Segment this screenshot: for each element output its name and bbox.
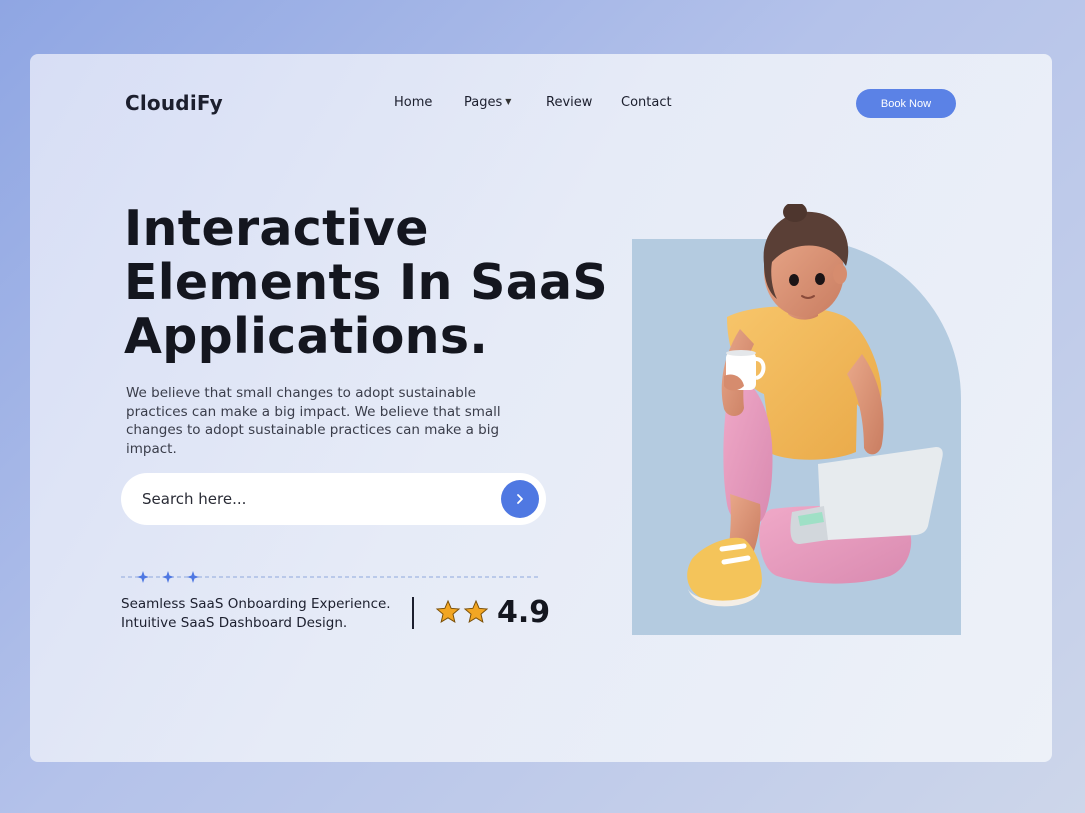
book-now-button[interactable]: Book Now (856, 89, 956, 118)
search-bar (121, 473, 546, 525)
sparkle-icon (187, 571, 199, 583)
vertical-divider (412, 597, 414, 629)
star-icon (463, 599, 489, 623)
nav-item-pages[interactable]: Pages ▼ (464, 95, 511, 110)
search-input[interactable] (142, 486, 482, 512)
feature-line: Intuitive SaaS Dashboard Design. (121, 615, 348, 631)
search-submit-button[interactable] (501, 480, 539, 518)
chevron-down-icon: ▼ (505, 97, 512, 106)
rating-value: 4.9 (497, 595, 551, 630)
nav-item-review[interactable]: Review (546, 95, 592, 110)
rating-stars (435, 599, 489, 627)
feature-summary: Seamless SaaS Onboarding Experience. Int… (121, 595, 401, 633)
nav-item-label: Home (394, 95, 433, 110)
sparkle-divider (121, 571, 539, 583)
landing-card: CloudiFy Home Pages ▼ Review Contact Book… (30, 54, 1052, 762)
hero-title-line: Interactive (124, 200, 429, 257)
chevron-right-icon (517, 494, 523, 504)
sparkle-icon (137, 571, 149, 583)
feature-line: Seamless SaaS Onboarding Experience. (121, 596, 391, 612)
nav-item-home[interactable]: Home (394, 95, 432, 110)
nav-item-label: Pages (464, 95, 503, 110)
hero-title-line: Applications. (124, 308, 489, 365)
sparkle-icon (162, 571, 174, 583)
nav-item-contact[interactable]: Contact (621, 95, 672, 110)
hero-illustration (632, 204, 961, 635)
hero-title-line: Elements In SaaS (124, 254, 609, 311)
star-icon (435, 599, 461, 623)
nav-item-label: Review (546, 95, 593, 110)
hero-description: We believe that small changes to adopt s… (126, 385, 501, 457)
brand-logo[interactable]: CloudiFy (125, 91, 223, 115)
nav-item-label: Contact (621, 95, 672, 110)
hero-title: Interactive Elements In SaaS Application… (124, 200, 609, 365)
